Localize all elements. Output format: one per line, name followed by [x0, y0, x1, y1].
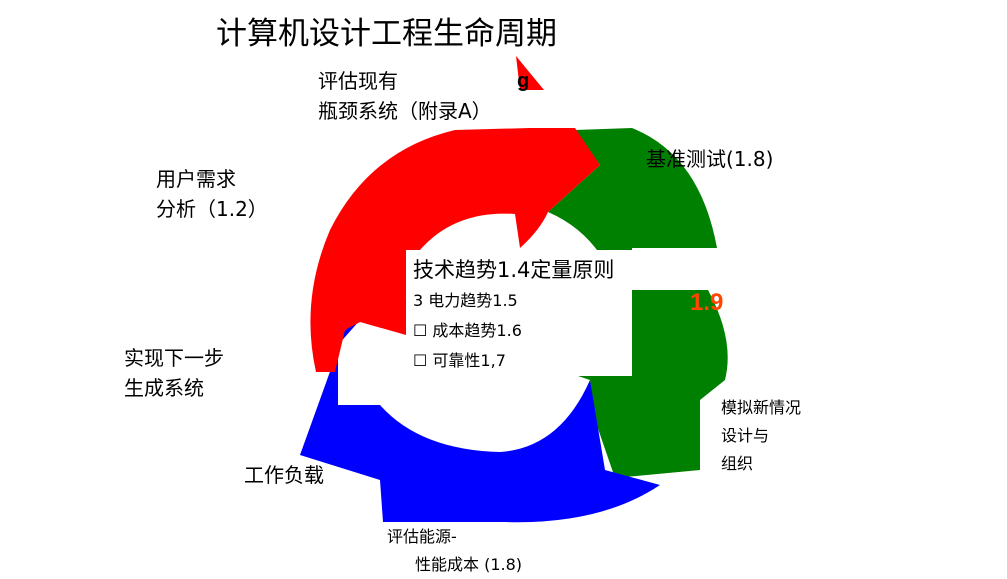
center-item-power: 3 电力趋势1.5	[413, 291, 518, 310]
label-line: 设计与	[721, 426, 770, 445]
label-step-1-9: 1.9	[690, 289, 724, 316]
label-benchmark: 基准测试(1.8)	[646, 147, 774, 171]
label-line: 模拟新情况	[721, 398, 802, 417]
label-line: 评估能源-	[387, 527, 457, 546]
center-item-cost: ☐ 成本趋势1.6	[413, 321, 522, 340]
center-item-reliability: ☐ 可靠性1,7	[413, 351, 506, 370]
label-line: 性能成本 (1.8)	[415, 555, 523, 574]
label-evaluate-existing: 评估现有 瓶颈系统（附录A）	[318, 66, 492, 126]
center-title: 技术趋势1.4定量原则	[413, 258, 615, 282]
label-energy-cost: 评估能源- 性能成本 (1.8)	[387, 523, 522, 579]
label-simulate: 模拟新情况 设计与 组织	[721, 394, 801, 478]
label-user-needs: 用户需求 分析（1.2）	[156, 164, 268, 224]
label-workload: 工作负载	[244, 463, 324, 487]
label-fragment-g: g	[517, 70, 530, 92]
label-line: 组织	[721, 454, 754, 473]
label-line: 生成系统	[124, 376, 204, 400]
label-line: 用户需求	[156, 167, 236, 191]
label-line: 实现下一步	[124, 346, 224, 370]
label-line: 瓶颈系统（附录A）	[318, 99, 492, 123]
label-line: 分析（1.2）	[156, 197, 268, 221]
page-title: 计算机设计工程生命周期	[216, 16, 557, 52]
label-implement-next: 实现下一步 生成系统	[124, 343, 224, 403]
label-line: 评估现有	[318, 69, 398, 93]
